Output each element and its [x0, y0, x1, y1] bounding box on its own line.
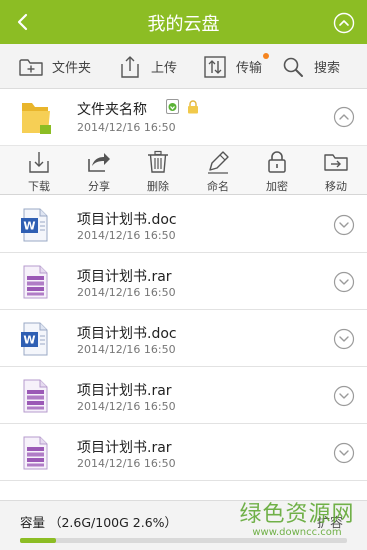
download-label: 下载	[28, 180, 50, 193]
move-label: 移动	[325, 180, 347, 193]
title-bar: 我的云盘	[0, 0, 367, 44]
delete-label: 删除	[147, 180, 169, 193]
file-time: 2014/12/16 16:50	[77, 400, 176, 413]
list-item[interactable]: 项目计划书.rar 2014/12/16 16:50	[0, 424, 367, 481]
transfer-badge	[263, 53, 269, 59]
move-button[interactable]: 移动	[306, 146, 366, 196]
file-name: 项目计划书.doc	[77, 212, 177, 228]
pencil-icon	[208, 151, 229, 174]
list-item[interactable]: W 项目计划书.doc 2014/12/16 16:50	[0, 310, 367, 367]
download-button[interactable]: 下载	[9, 146, 69, 196]
encrypt-label: 加密	[266, 180, 288, 193]
share-icon	[88, 153, 110, 172]
folder-time: 2014/12/16 16:50	[77, 121, 176, 134]
share-button[interactable]: 分享	[69, 146, 129, 196]
chevron-down-icon[interactable]	[333, 271, 355, 293]
chevron-down-icon[interactable]	[333, 442, 355, 464]
share-label: 分享	[88, 180, 110, 193]
folder-row[interactable]: 文件夹名称 2014/12/16 16:50	[0, 89, 367, 145]
search-label: 搜索	[314, 61, 341, 76]
chevron-down-icon[interactable]	[333, 328, 355, 350]
rar-archive-icon	[23, 379, 48, 413]
search-icon	[283, 57, 303, 77]
chevron-down-icon[interactable]	[333, 214, 355, 236]
watermark: 绿色资源网 www.downcc.com	[232, 496, 362, 546]
upload-icon	[121, 55, 139, 78]
chevron-up-icon[interactable]	[333, 12, 355, 34]
word-doc-icon: W	[21, 322, 48, 356]
file-name: 项目计划书.rar	[77, 383, 172, 399]
new-folder-button[interactable]: 文件夹	[18, 44, 91, 89]
search-button[interactable]: 搜索	[280, 44, 340, 89]
file-time: 2014/12/16 16:50	[77, 229, 176, 242]
upload-label: 上传	[151, 61, 178, 76]
watermark-title: 绿色资源网	[239, 502, 355, 527]
trash-icon	[148, 150, 168, 173]
watermark-url: www.downcc.com	[252, 527, 342, 538]
capacity-label: 容量 （2.6G/100G 2.6%）	[20, 515, 178, 530]
chevron-up-icon[interactable]	[333, 106, 355, 128]
transfer-icon	[204, 55, 226, 78]
page-title: 我的云盘	[147, 14, 220, 35]
transfer-button[interactable]: 传输	[202, 44, 262, 89]
list-item[interactable]: 项目计划书.rar 2014/12/16 16:50	[0, 367, 367, 424]
folder-name: 文件夹名称	[77, 102, 147, 118]
list-item[interactable]: W 项目计划书.doc 2014/12/16 16:50	[0, 196, 367, 253]
lock-icon	[188, 100, 198, 114]
rar-archive-icon	[23, 436, 48, 470]
move-icon	[324, 154, 348, 171]
rar-archive-icon	[23, 265, 48, 299]
new-folder-icon	[19, 58, 43, 76]
svg-text:W: W	[23, 334, 35, 347]
file-name: 项目计划书.doc	[77, 326, 177, 342]
download-icon	[29, 152, 49, 173]
delete-button[interactable]: 删除	[128, 146, 188, 196]
new-folder-label: 文件夹	[52, 61, 92, 76]
file-time: 2014/12/16 16:50	[77, 286, 176, 299]
action-bar: 下载 分享 删除 命名 加密 移动	[0, 145, 367, 195]
transfer-label: 传输	[236, 61, 263, 76]
toolbar: 文件夹 上传 传输 搜索	[0, 44, 367, 89]
download-status-icon	[166, 99, 179, 114]
rename-button[interactable]: 命名	[188, 146, 248, 196]
rename-label: 命名	[207, 180, 229, 193]
file-name: 项目计划书.rar	[77, 269, 172, 285]
file-time: 2014/12/16 16:50	[77, 457, 176, 470]
list-item[interactable]: 项目计划书.rar 2014/12/16 16:50	[0, 253, 367, 310]
svg-text:W: W	[23, 220, 35, 233]
upload-button[interactable]: 上传	[117, 44, 177, 89]
encrypt-button[interactable]: 加密	[247, 146, 307, 196]
file-name: 项目计划书.rar	[77, 440, 172, 456]
capacity-progress-fill	[20, 538, 56, 543]
word-doc-icon: W	[21, 208, 48, 242]
folder-icon	[22, 103, 51, 134]
chevron-down-icon[interactable]	[333, 385, 355, 407]
file-time: 2014/12/16 16:50	[77, 343, 176, 356]
lock-icon	[268, 151, 286, 173]
